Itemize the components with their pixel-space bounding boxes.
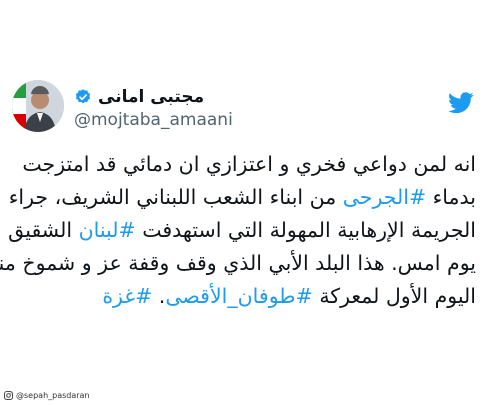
tweet-line: اليوم الأول لمعركة #طوفان_الأقصى. #غزة	[16, 280, 476, 313]
name-row: مجتبی امانی	[74, 86, 204, 108]
tweet-text-segment: اليوم الأول لمعركة	[312, 284, 476, 308]
tweet-text-segment: من ابناء الشعب اللبناني الشريف، جراء	[8, 185, 343, 209]
tweet-text: انه لمن دواعي فخري و اعتزازي ان دمائي قد…	[0, 148, 476, 313]
avatar[interactable]	[12, 80, 64, 132]
hashtag-link[interactable]: #الجرحى	[343, 185, 426, 209]
hashtag-link[interactable]: #طوفان_الأقصى	[165, 284, 312, 308]
author-handle[interactable]: @mojtaba_amaani	[74, 110, 233, 130]
tweet-text-segment: الشقيق	[8, 218, 79, 242]
hashtag-link[interactable]: #غزة	[102, 284, 152, 308]
author-display-name[interactable]: مجتبی امانی	[98, 87, 204, 107]
tweet-text-segment: بدماء	[426, 185, 476, 209]
watermark-text: @sepah_pasdaran	[16, 390, 90, 400]
instagram-icon	[4, 390, 13, 400]
tweet-header: مجتبی امانی @mojtaba_amaani	[12, 80, 312, 140]
twitter-bird-icon	[448, 92, 474, 114]
hashtag-link[interactable]: #لبنان	[79, 218, 136, 242]
tweet-line: يوم امس. هذا البلد الأبي الذي وقف وقفة ع…	[0, 247, 476, 280]
tweet-text-segment: .	[152, 284, 166, 308]
tweet-text-segment: الجريمة الإرهابية المهولة التي استهدفت	[135, 218, 476, 242]
tweet-text-segment: يوم امس. هذا البلد الأبي الذي وقف وقفة ع…	[0, 251, 476, 275]
verified-badge-icon	[74, 88, 92, 106]
tweet-line: بدماء #الجرحى من ابناء الشعب اللبناني ال…	[9, 181, 476, 214]
tweet-line: الجريمة الإرهابية المهولة التي استهدفت #…	[8, 214, 476, 247]
tweet-text-segment: انه لمن دواعي فخري و اعتزازي ان دمائي قد…	[22, 152, 476, 176]
watermark: @sepah_pasdaran	[4, 389, 90, 401]
tweet-line: انه لمن دواعي فخري و اعتزازي ان دمائي قد…	[16, 148, 476, 181]
